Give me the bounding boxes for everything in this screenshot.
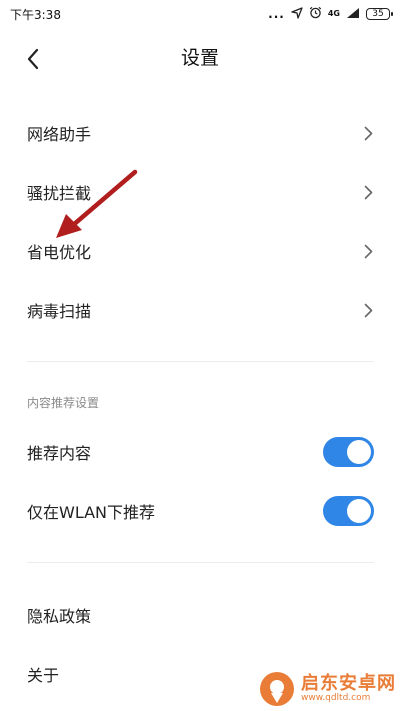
toggle-knob (347, 499, 371, 523)
toggle-row-recommend-content: 推荐内容 (0, 423, 400, 481)
section-divider (27, 562, 374, 563)
status-icons: ... 4G 35 (268, 6, 393, 22)
alarm-icon (309, 6, 322, 22)
watermark-logo-icon (260, 672, 294, 706)
menu-item-label: 省电优化 (27, 243, 92, 262)
menu-item-label: 隐私政策 (27, 607, 92, 626)
settings-screen: 下午3:38 ... 4G 35 设置 网络助手 骚扰拦截 省电优化 病毒扫描 … (0, 0, 400, 711)
signal-icon (346, 7, 360, 22)
network-type: 4G (327, 9, 340, 18)
chevron-right-icon (362, 184, 374, 200)
status-time: 下午3:38 (10, 7, 61, 22)
header: 设置 (0, 36, 400, 80)
recommend-content-toggle[interactable] (323, 437, 374, 467)
location-icon (291, 6, 303, 22)
menu-item-harassment-block[interactable]: 骚扰拦截 (0, 163, 400, 221)
status-bar: 下午3:38 ... 4G 35 (0, 0, 400, 28)
page-title: 设置 (180, 47, 219, 69)
toggle-label: 仅在WLAN下推荐 (27, 503, 156, 522)
toggle-knob (347, 440, 371, 464)
battery-icon: 35 (366, 8, 393, 20)
watermark-text-en: www.qdltd.com (301, 692, 371, 703)
chevron-right-icon (362, 243, 374, 259)
toggle-row-wlan-only: 仅在WLAN下推荐 (0, 482, 400, 540)
section-header-content-recommendation: 内容推荐设置 (27, 396, 100, 410)
menu-item-virus-scan[interactable]: 病毒扫描 (0, 281, 400, 339)
toggle-label: 推荐内容 (27, 444, 92, 463)
watermark-text-cn: 启东安卓网 (301, 672, 396, 694)
chevron-right-icon (362, 302, 374, 318)
section-divider (27, 361, 374, 362)
menu-item-label: 网络助手 (27, 125, 92, 144)
wlan-only-toggle[interactable] (323, 496, 374, 526)
battery-level: 35 (372, 8, 384, 19)
more-dots-icon: ... (268, 7, 285, 21)
menu-item-privacy-policy[interactable]: 隐私政策 (0, 586, 400, 644)
chevron-right-icon (362, 125, 374, 141)
menu-item-label: 骚扰拦截 (27, 184, 92, 203)
menu-item-label: 关于 (27, 666, 60, 685)
watermark: 启东安卓网 www.qdltd.com (257, 669, 396, 709)
menu-item-network-assistant[interactable]: 网络助手 (0, 104, 400, 162)
watermark-text: 启东安卓网 www.qdltd.com (301, 672, 396, 703)
menu-item-power-saving[interactable]: 省电优化 (0, 222, 400, 280)
menu-item-label: 病毒扫描 (27, 302, 92, 321)
